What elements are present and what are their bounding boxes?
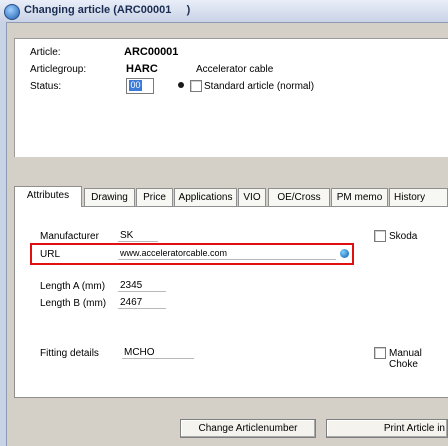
length-b-field[interactable]: 2467 <box>118 296 166 309</box>
change-articlenumber-button[interactable]: Change Articlenumber <box>180 419 316 438</box>
app-icon <box>4 4 20 20</box>
globe-icon[interactable] <box>340 249 349 258</box>
status-label: Status: <box>30 81 62 92</box>
article-header-panel <box>14 38 448 157</box>
tab-drawing[interactable]: Drawing <box>84 188 135 206</box>
status-code: 00 <box>129 80 142 91</box>
manual-choke-label: Manual Choke <box>389 348 422 370</box>
articlegroup-name: Accelerator cable <box>196 64 274 75</box>
manufacturer-name: Skoda <box>389 231 418 242</box>
url-field[interactable]: www.acceleratorcable.com <box>118 247 336 260</box>
tab-attributes[interactable]: Attributes <box>14 186 82 207</box>
fitting-details-field[interactable]: MCHO <box>122 346 194 359</box>
tab-oe-cross[interactable]: OE/Cross <box>268 188 330 206</box>
print-article-button[interactable]: Print Article in <box>326 419 448 438</box>
articlegroup-label: Articlegroup: <box>30 64 87 75</box>
manufacturer-label: Manufacturer <box>40 231 99 242</box>
window-title: Changing article (ARC00001 ) <box>24 4 191 16</box>
length-b-label: Length B (mm) <box>40 298 107 309</box>
status-field[interactable]: 00 <box>126 78 154 94</box>
tab-pm-memo[interactable]: PM memo <box>331 188 388 206</box>
tab-applications[interactable]: Applications <box>174 188 237 206</box>
article-label: Article: <box>30 47 61 58</box>
status-text: Standard article (normal) <box>204 81 315 92</box>
article-value: ARC00001 <box>124 46 179 58</box>
manufacturer-checkbox[interactable] <box>374 230 386 242</box>
tab-price[interactable]: Price <box>136 188 173 206</box>
manual-choke-checkbox[interactable] <box>374 347 386 359</box>
tab-vio[interactable]: VIO <box>238 188 266 206</box>
url-label: URL <box>40 249 61 260</box>
tab-history[interactable]: History <box>389 188 448 206</box>
window-frame-left <box>0 22 7 446</box>
status-bullet-icon <box>178 82 184 88</box>
length-a-field[interactable]: 2345 <box>118 279 166 292</box>
manufacturer-code-field[interactable]: SK <box>118 229 158 242</box>
fitting-details-label: Fitting details <box>40 348 99 359</box>
length-a-label: Length A (mm) <box>40 281 106 292</box>
status-checkbox[interactable] <box>190 80 202 92</box>
title-bar[interactable]: Changing article (ARC00001 ) <box>0 0 448 23</box>
articlegroup-code: HARC <box>126 63 158 75</box>
